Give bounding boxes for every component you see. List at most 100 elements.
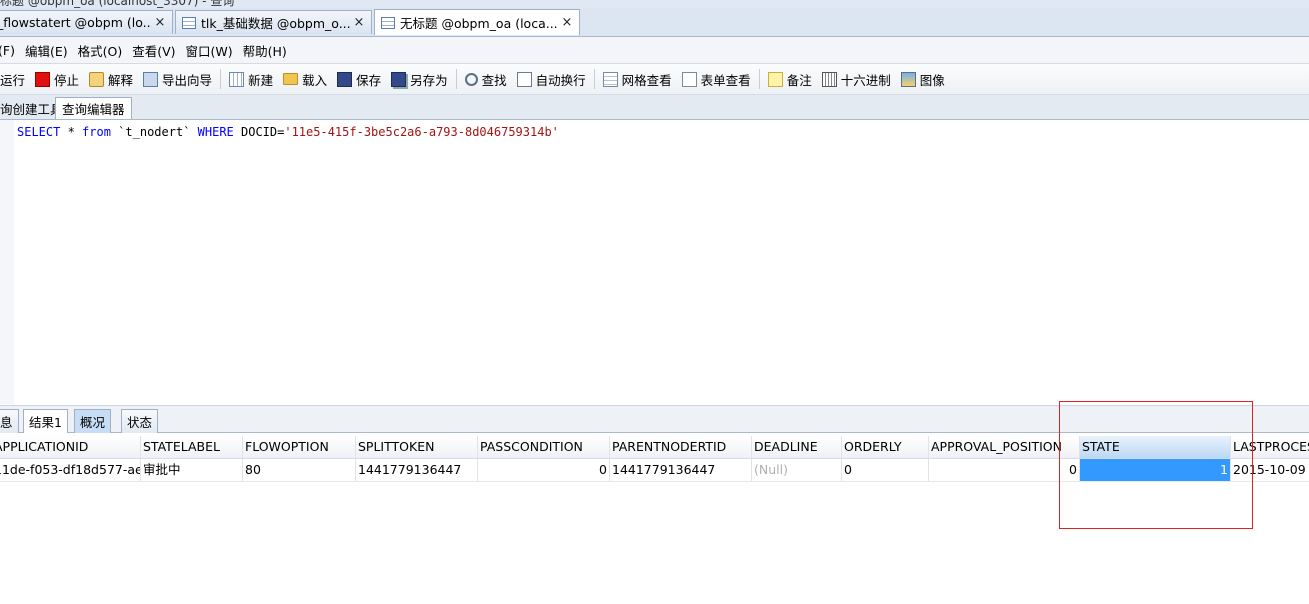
image-icon <box>900 71 916 87</box>
sql-table-name: `t_nodert` <box>110 125 198 139</box>
tab-status[interactable]: 状态 <box>121 409 159 433</box>
stop-icon <box>35 71 51 87</box>
toolbar-separator <box>220 69 222 89</box>
close-icon[interactable]: × <box>351 15 367 30</box>
window-title-bar: 标题 @obpm_oa (localhost_3307) - 查询 <box>0 0 1309 8</box>
doc-tab-label: tlk_基础数据 @obpm_o... <box>201 16 351 31</box>
window-title: 标题 @obpm_oa (localhost_3307) - 查询 <box>0 0 235 8</box>
explain-label: 解释 <box>108 72 134 88</box>
memo-label: 备注 <box>786 72 812 88</box>
export-wizard-button[interactable]: 导出向导 <box>138 67 217 91</box>
cell-parentnodertid[interactable]: 1441779136447 <box>610 459 752 481</box>
cell-orderly[interactable]: 0 <box>842 459 929 481</box>
column-header-statelabel[interactable]: STATELABEL <box>141 436 243 458</box>
folder-icon <box>283 73 299 85</box>
column-header-deadline[interactable]: DEADLINE <box>752 436 842 458</box>
column-header-orderly[interactable]: ORDERLY <box>842 436 929 458</box>
image-button[interactable]: 图像 <box>896 67 950 91</box>
tab-query-editor[interactable]: 查询编辑器 <box>55 97 132 119</box>
word-wrap-icon <box>516 71 532 87</box>
memo-button[interactable]: 备注 <box>763 67 817 91</box>
menu-window[interactable]: 窗口(W) <box>181 41 238 60</box>
menu-view[interactable]: 查看(V) <box>127 41 180 60</box>
sql-statement[interactable]: SELECT * from `t_nodert` WHERE DOCID='11… <box>17 125 559 139</box>
cell-statelabel[interactable]: 审批中 <box>141 459 243 481</box>
toolbar: 运行 停止 解释 导出向导 新建 载入 保存 另存为 查找 自动换行 网格查看 … <box>0 64 1309 95</box>
doc-tab-tlk[interactable]: tlk_基础数据 @obpm_o... × <box>175 10 372 34</box>
cell-splittoken[interactable]: 1441779136447 <box>356 459 478 481</box>
cell-deadline[interactable]: (Null) <box>752 459 842 481</box>
editor-mode-tabs: 询创建工具 查询编辑器 <box>0 95 1309 120</box>
sql-star: * <box>60 125 83 139</box>
load-label: 载入 <box>302 72 328 88</box>
toolbar-separator <box>455 69 457 89</box>
column-header-splittoken[interactable]: SPLITTOKEN <box>356 436 478 458</box>
column-header-flowoption[interactable]: FLOWOPTION <box>243 436 356 458</box>
tab-profile[interactable]: 概况 <box>74 409 112 433</box>
column-header-lastprocesstime[interactable]: LASTPROCESSTIME <box>1231 436 1309 458</box>
sql-keyword-select: SELECT <box>17 125 61 139</box>
close-icon[interactable]: × <box>152 15 168 30</box>
form-view-label: 表单查看 <box>700 72 751 88</box>
save-as-button[interactable]: 另存为 <box>386 67 453 91</box>
cell-state[interactable]: 1 <box>1080 459 1231 481</box>
export-wizard-label: 导出向导 <box>162 72 213 88</box>
column-header-passcondition[interactable]: PASSCONDITION <box>478 436 610 458</box>
doc-tab-label: _flowstatert @obpm (lo... <box>0 15 152 30</box>
cell-flowoption[interactable]: 80 <box>243 459 356 481</box>
column-header-parentnodertid[interactable]: PARENTNODERTID <box>610 436 752 458</box>
cell-approval-position[interactable]: 0 <box>929 459 1080 481</box>
new-label: 新建 <box>248 72 274 88</box>
form-view-button[interactable]: 表单查看 <box>677 67 756 91</box>
hex-button[interactable]: 十六进制 <box>817 67 896 91</box>
column-header-state[interactable]: STATE <box>1080 436 1231 458</box>
table-row[interactable]: 11de-f053-df18d577-aeb 审批中 80 1441779136… <box>0 459 1309 482</box>
run-label: 运行 <box>0 72 26 88</box>
sql-condition: DOCID= <box>233 125 285 139</box>
cell-lastprocesstime[interactable]: 2015-10-09 1 <box>1231 459 1309 481</box>
new-button[interactable]: 新建 <box>224 67 278 91</box>
menu-format[interactable]: 格式(O) <box>73 41 128 60</box>
find-label: 查找 <box>481 72 507 88</box>
export-icon <box>143 71 159 87</box>
table-icon <box>182 16 196 29</box>
tab-message[interactable]: 息 <box>0 409 19 433</box>
sql-string-literal: '11e5-415f-3be5c2a6-a793-8d046759314b' <box>284 125 559 139</box>
explain-icon <box>89 71 105 87</box>
explain-button[interactable]: 解释 <box>84 67 138 91</box>
save-as-label: 另存为 <box>410 72 448 88</box>
image-label: 图像 <box>919 72 945 88</box>
menu-bar: (F) 编辑(E) 格式(O) 查看(V) 窗口(W) 帮助(H) <box>0 37 1309 64</box>
tab-result-1[interactable]: 结果1 <box>23 409 68 433</box>
stop-button[interactable]: 停止 <box>30 67 84 91</box>
column-header-applicationid[interactable]: APPLICATIONID <box>0 436 141 458</box>
menu-edit[interactable]: 编辑(E) <box>20 41 73 60</box>
close-icon[interactable]: × <box>559 15 575 30</box>
grid-view-icon <box>602 71 618 87</box>
load-button[interactable]: 载入 <box>278 67 332 91</box>
new-query-icon <box>229 71 245 87</box>
hex-label: 十六进制 <box>840 72 891 88</box>
word-wrap-label: 自动换行 <box>535 72 586 88</box>
find-button[interactable]: 查找 <box>460 67 512 91</box>
grid-header-row: APPLICATIONID STATELABEL FLOWOPTION SPLI… <box>0 436 1309 459</box>
menu-help[interactable]: 帮助(H) <box>238 41 292 60</box>
toolbar-separator <box>593 69 595 89</box>
run-button[interactable]: 运行 <box>0 67 30 91</box>
sql-keyword-where: WHERE <box>197 125 234 139</box>
word-wrap-button[interactable]: 自动换行 <box>512 67 591 91</box>
form-view-icon <box>681 71 697 87</box>
doc-tab-flowstatert[interactable]: _flowstatert @obpm (lo... × <box>0 10 173 34</box>
cell-passcondition[interactable]: 0 <box>478 459 610 481</box>
grid-view-button[interactable]: 网格查看 <box>598 67 677 91</box>
save-icon <box>337 71 353 87</box>
result-tabs: 息 结果1 概况 状态 <box>0 405 1309 433</box>
doc-tab-untitled-query[interactable]: 无标题 @obpm_oa (loca... × <box>374 9 580 35</box>
menu-file[interactable]: (F) <box>0 43 20 58</box>
save-button[interactable]: 保存 <box>332 67 386 91</box>
toolbar-separator <box>758 69 760 89</box>
grid-view-label: 网格查看 <box>621 72 672 88</box>
cell-applicationid[interactable]: 11de-f053-df18d577-aeb <box>0 459 141 481</box>
sql-editor[interactable]: SELECT * from `t_nodert` WHERE DOCID='11… <box>0 120 1309 404</box>
column-header-approval-position[interactable]: APPROVAL_POSITION <box>929 436 1080 458</box>
